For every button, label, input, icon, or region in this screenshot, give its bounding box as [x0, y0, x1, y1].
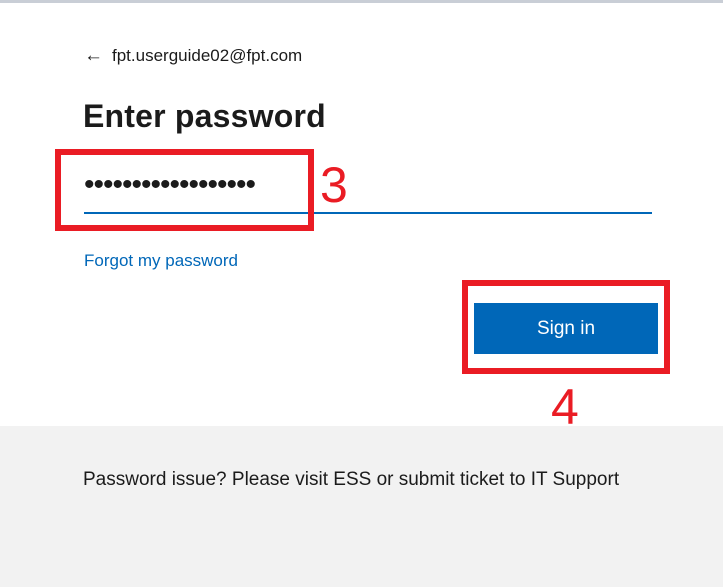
password-input[interactable]: •••••••••••••••••• [84, 166, 652, 214]
back-to-account[interactable]: ← fpt.userguide02@fpt.com [84, 44, 302, 68]
step-3-label: 3 [320, 157, 348, 213]
page-title: Enter password [83, 98, 326, 134]
top-divider [0, 0, 723, 3]
sign-in-page: ← fpt.userguide02@fpt.com Enter password… [0, 0, 723, 587]
forgot-password-link[interactable]: Forgot my password [84, 251, 238, 271]
footer-message: Password issue? Please visit ESS or subm… [83, 469, 620, 490]
account-email: fpt.userguide02@fpt.com [112, 46, 303, 65]
step-4-label: 4 [551, 379, 579, 435]
sign-in-button[interactable]: Sign in [474, 303, 658, 354]
footer-panel: Password issue? Please visit ESS or subm… [0, 426, 723, 587]
password-masked-value: •••••••••••••••••• [84, 168, 256, 201]
arrow-left-icon[interactable]: ← [84, 44, 106, 68]
